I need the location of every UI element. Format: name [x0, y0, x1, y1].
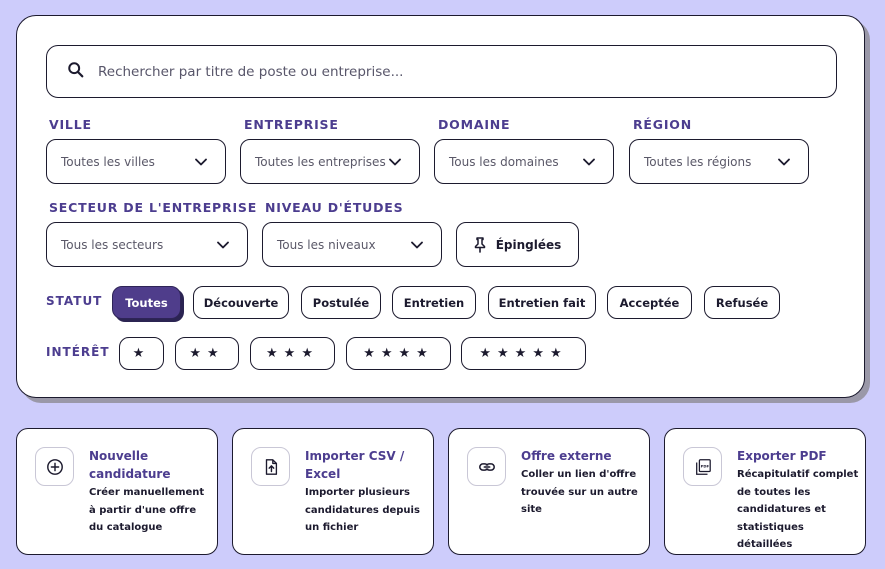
filter-label-education: NIVEAU D'ÉTUDES: [265, 200, 404, 215]
status-chip-refusee[interactable]: Refusée: [704, 286, 780, 319]
filter-label-region: RÉGION: [633, 117, 692, 132]
pinned-button[interactable]: Épinglées: [456, 222, 579, 267]
export-pdf-icon-box: PDF: [683, 447, 722, 486]
interest-stars: ★★★: [266, 346, 319, 361]
chevron-down-icon: [411, 241, 423, 248]
status-label: STATUT: [46, 294, 103, 308]
chevron-down-icon: [583, 158, 595, 165]
status-chip-entretien[interactable]: Entretien: [392, 286, 476, 319]
pinned-button-label: Épinglées: [495, 237, 562, 252]
sector-select[interactable]: Tous les secteurs: [46, 222, 248, 267]
link-icon: [478, 462, 495, 471]
new-application-icon-box: [35, 447, 74, 486]
filter-panel: VILLE ENTREPRISE DOMAINE RÉGION Toutes l…: [16, 15, 865, 398]
company-select-value: Toutes les entreprises: [255, 154, 386, 169]
import-csv-icon-box: [251, 447, 290, 486]
pdf-icon: PDF: [695, 458, 711, 475]
region-select[interactable]: Toutes les régions: [629, 139, 809, 184]
filter-label-sector: SECTEUR DE L'ENTREPRISE: [49, 200, 258, 215]
file-upload-icon: [265, 458, 277, 475]
region-select-value: Toutes les régions: [644, 154, 752, 169]
status-chip-toutes[interactable]: Toutes: [112, 286, 181, 319]
external-offer-card[interactable]: Offre externe Coller un lien d'offre tro…: [448, 428, 650, 555]
interest-chip-2[interactable]: ★★: [175, 337, 239, 370]
new-application-card[interactable]: Nouvelle candidature Créer manuellement …: [16, 428, 218, 555]
interest-chip-3[interactable]: ★★★: [250, 337, 335, 370]
interest-stars: ★★: [189, 346, 225, 361]
external-offer-icon-box: [467, 447, 506, 486]
interest-label: INTÉRÊT: [46, 345, 110, 359]
filter-label-domain: DOMAINE: [438, 117, 511, 132]
education-select[interactable]: Tous les niveaux: [262, 222, 442, 267]
card-description: Importer plusieurs candidatures depuis u…: [305, 487, 420, 533]
domain-select[interactable]: Tous les domaines: [434, 139, 614, 184]
card-description: Récapitulatif complet de toutes les cand…: [737, 469, 859, 550]
card-title: Nouvelle candidature: [89, 449, 171, 481]
interest-stars: ★★★★: [363, 346, 434, 361]
domain-select-value: Tous les domaines: [449, 154, 559, 169]
search-input[interactable]: [98, 63, 698, 80]
filter-label-city: VILLE: [49, 117, 92, 132]
card-title: Exporter PDF: [737, 449, 827, 463]
status-chip-postulee[interactable]: Postulée: [301, 286, 381, 319]
pin-icon: [474, 236, 485, 253]
interest-chip-5[interactable]: ★★★★★: [461, 337, 586, 370]
export-pdf-card[interactable]: PDF Exporter PDF Récapitulatif complet d…: [664, 428, 866, 555]
svg-text:PDF: PDF: [700, 464, 709, 468]
search-bar[interactable]: [46, 45, 837, 98]
chevron-down-icon: [389, 158, 401, 165]
plus-circle-icon: [46, 458, 63, 475]
interest-stars: ★★★★★: [479, 346, 568, 361]
education-select-value: Tous les niveaux: [277, 237, 376, 252]
status-chip-decouverte[interactable]: Découverte: [193, 286, 289, 319]
chevron-down-icon: [195, 158, 207, 165]
interest-chip-4[interactable]: ★★★★: [346, 337, 451, 370]
card-description: Créer manuellement à partir d'une offre …: [89, 487, 205, 533]
filter-label-company: ENTREPRISE: [244, 117, 339, 132]
city-select-value: Toutes les villes: [61, 154, 155, 169]
card-title: Importer CSV / Excel: [305, 449, 405, 481]
chevron-down-icon: [217, 241, 229, 248]
status-chip-entretien-fait[interactable]: Entretien fait: [488, 286, 596, 319]
card-title: Offre externe: [521, 449, 612, 463]
chevron-down-icon: [778, 158, 790, 165]
interest-chip-1[interactable]: ★: [119, 337, 164, 370]
card-description: Coller un lien d'offre trouvée sur un au…: [521, 469, 638, 515]
city-select[interactable]: Toutes les villes: [46, 139, 226, 184]
import-csv-card[interactable]: Importer CSV / Excel Importer plusieurs …: [232, 428, 434, 555]
sector-select-value: Tous les secteurs: [61, 237, 164, 252]
company-select[interactable]: Toutes les entreprises: [240, 139, 420, 184]
interest-stars: ★: [132, 346, 151, 361]
search-icon: [67, 61, 85, 83]
status-chip-acceptee[interactable]: Acceptée: [607, 286, 692, 319]
